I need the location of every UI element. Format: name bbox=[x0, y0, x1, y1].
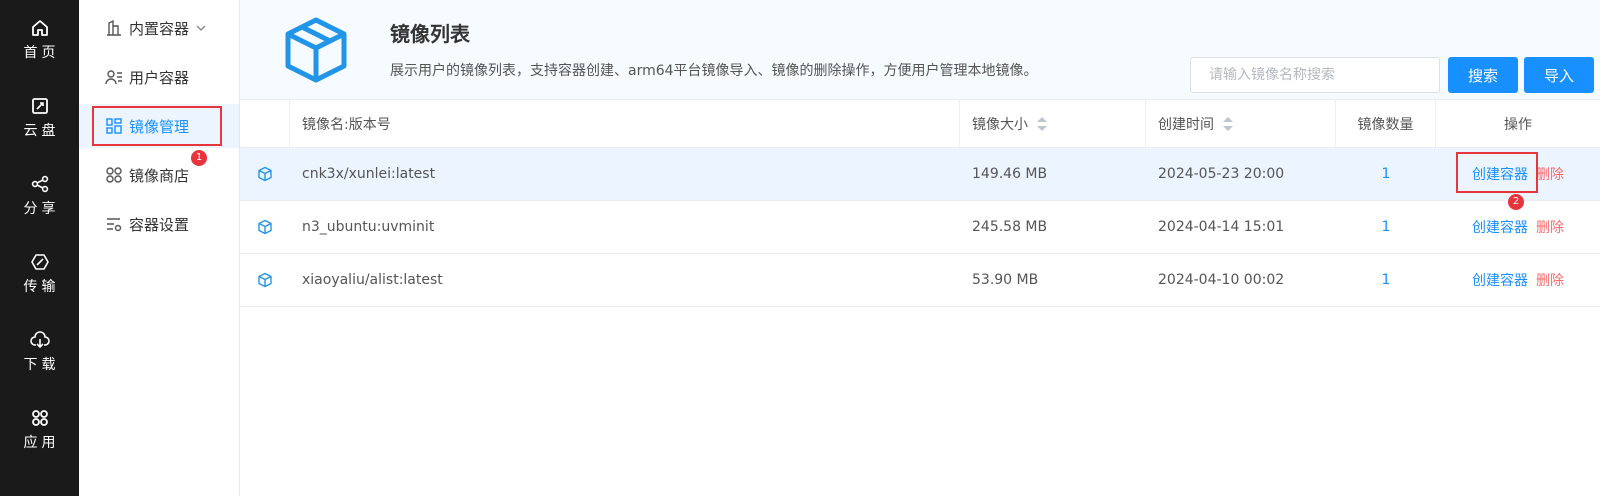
column-header-size-label: 镜像大小 bbox=[972, 116, 1028, 133]
subnav-item-builtin-containers[interactable]: 内置容器 bbox=[79, 6, 239, 50]
create-container-link[interactable]: 创建容器 bbox=[1472, 217, 1528, 237]
sort-icon[interactable] bbox=[1036, 116, 1048, 132]
chevron-down-icon bbox=[196, 25, 206, 31]
grid-icon bbox=[106, 118, 122, 134]
image-count-value: 1 bbox=[1381, 166, 1391, 182]
page-description: 展示用户的镜像列表，支持容器创建、arm64平台镜像导入、镜像的删除操作，方便用… bbox=[390, 63, 1038, 79]
cloud-disk-icon bbox=[31, 98, 48, 114]
row-icon-cell bbox=[240, 201, 290, 253]
page-title: 镜像列表 bbox=[390, 22, 470, 46]
sort-icon[interactable] bbox=[1222, 116, 1234, 132]
image-created-time: 2024-04-14 15:01 bbox=[1158, 219, 1285, 235]
create-container-link[interactable]: 创建容器 bbox=[1472, 270, 1528, 290]
image-size: 149.46 MB bbox=[972, 166, 1048, 182]
image-count-value: 1 bbox=[1381, 219, 1391, 235]
import-button[interactable]: 导入 bbox=[1524, 57, 1594, 93]
home-icon bbox=[31, 20, 48, 36]
image-name: n3_ubuntu:uvminit bbox=[302, 219, 435, 235]
store-icon bbox=[106, 167, 122, 183]
image-created-time: 2024-04-10 00:02 bbox=[1158, 272, 1285, 288]
nav-label: 传输 bbox=[23, 279, 60, 295]
column-header-count: 镜像数量 bbox=[1336, 100, 1436, 147]
header-icon-cell bbox=[240, 100, 290, 147]
cube-icon bbox=[258, 219, 272, 235]
subnav-label: 镜像管理 bbox=[129, 117, 190, 136]
subnav-item-image-management[interactable]: 镜像管理 bbox=[79, 104, 239, 148]
nav-label: 下载 bbox=[23, 357, 60, 373]
image-size: 245.58 MB bbox=[972, 219, 1048, 235]
image-created-time: 2024-05-23 20:00 bbox=[1158, 166, 1285, 182]
image-count: 1 bbox=[1336, 254, 1436, 306]
cube-icon bbox=[258, 272, 272, 288]
sub-nav: 内置容器 用户容器 镜像管理 镜像商店 容器设置 bbox=[79, 0, 240, 496]
column-header-size[interactable]: 镜像大小 bbox=[960, 100, 1146, 147]
building-icon bbox=[107, 19, 121, 36]
annotation-badge-2: 2 bbox=[1508, 194, 1524, 210]
row-icon-cell bbox=[240, 254, 290, 306]
image-table: 镜像名:版本号 镜像大小 创建时间 镜像数量 操作 cnk3x/xunlei:l… bbox=[240, 100, 1600, 307]
apps-icon bbox=[31, 410, 48, 426]
image-count-value: 1 bbox=[1381, 272, 1391, 288]
subnav-item-user-containers[interactable]: 用户容器 bbox=[79, 55, 239, 99]
transfer-icon bbox=[30, 254, 49, 270]
row-icon-cell bbox=[240, 148, 290, 200]
column-header-ops: 操作 bbox=[1504, 116, 1532, 133]
row-actions: 创建容器 删除 bbox=[1436, 254, 1600, 306]
image-name: cnk3x/xunlei:latest bbox=[302, 166, 436, 182]
nav-item-download[interactable]: 下载 bbox=[0, 312, 79, 382]
subnav-label: 镜像商店 bbox=[129, 166, 190, 185]
image-size: 53.90 MB bbox=[972, 272, 1039, 288]
row-actions: 创建容器 删除 bbox=[1436, 148, 1600, 200]
table-row[interactable]: n3_ubuntu:uvminit 245.58 MB 2024-04-14 1… bbox=[240, 201, 1600, 254]
create-container-link[interactable]: 创建容器 bbox=[1472, 164, 1528, 184]
nav-item-transfer[interactable]: 传输 bbox=[0, 234, 79, 304]
subnav-label: 内置容器 bbox=[129, 19, 190, 38]
annotation-badge-1: 1 bbox=[191, 150, 207, 166]
subnav-item-image-store[interactable]: 镜像商店 bbox=[79, 153, 239, 197]
cube-icon bbox=[285, 17, 347, 83]
nav-item-cloud[interactable]: 云盘 bbox=[0, 78, 79, 148]
subnav-label: 用户容器 bbox=[129, 68, 190, 87]
nav-label: 应用 bbox=[23, 435, 60, 451]
search-button[interactable]: 搜索 bbox=[1448, 57, 1518, 93]
delete-link[interactable]: 删除 bbox=[1536, 270, 1564, 290]
cube-icon bbox=[258, 166, 272, 182]
delete-link[interactable]: 删除 bbox=[1536, 164, 1564, 184]
download-icon bbox=[29, 331, 50, 349]
column-header-name: 镜像名:版本号 bbox=[290, 100, 960, 147]
nav-item-home[interactable]: 首页 bbox=[0, 0, 79, 70]
main-nav: 首页 云盘 分享 传输 下载 应用 bbox=[0, 0, 79, 496]
table-row[interactable]: xiaoyaliu/alist:latest 53.90 MB 2024-04-… bbox=[240, 254, 1600, 307]
column-header-time[interactable]: 创建时间 bbox=[1146, 100, 1336, 147]
table-header: 镜像名:版本号 镜像大小 创建时间 镜像数量 操作 bbox=[240, 100, 1600, 148]
subnav-item-container-settings[interactable]: 容器设置 bbox=[79, 202, 239, 246]
image-name: xiaoyaliu/alist:latest bbox=[302, 272, 443, 288]
user-list-icon bbox=[105, 70, 122, 85]
nav-item-share[interactable]: 分享 bbox=[0, 156, 79, 226]
delete-link[interactable]: 删除 bbox=[1536, 217, 1564, 237]
nav-label: 分享 bbox=[23, 201, 60, 217]
page-header: 镜像列表 展示用户的镜像列表，支持容器创建、arm64平台镜像导入、镜像的删除操… bbox=[240, 0, 1600, 100]
nav-item-apps[interactable]: 应用 bbox=[0, 390, 79, 460]
image-count: 1 bbox=[1336, 201, 1436, 253]
nav-label: 首页 bbox=[23, 45, 60, 61]
column-header-time-label: 创建时间 bbox=[1158, 116, 1214, 133]
image-search-input[interactable] bbox=[1190, 57, 1440, 93]
share-icon bbox=[31, 175, 48, 193]
settings-list-icon bbox=[107, 218, 122, 232]
image-count: 1 bbox=[1336, 148, 1436, 200]
nav-label: 云盘 bbox=[23, 123, 60, 139]
table-row[interactable]: cnk3x/xunlei:latest 149.46 MB 2024-05-23… bbox=[240, 148, 1600, 201]
subnav-label: 容器设置 bbox=[129, 215, 190, 234]
